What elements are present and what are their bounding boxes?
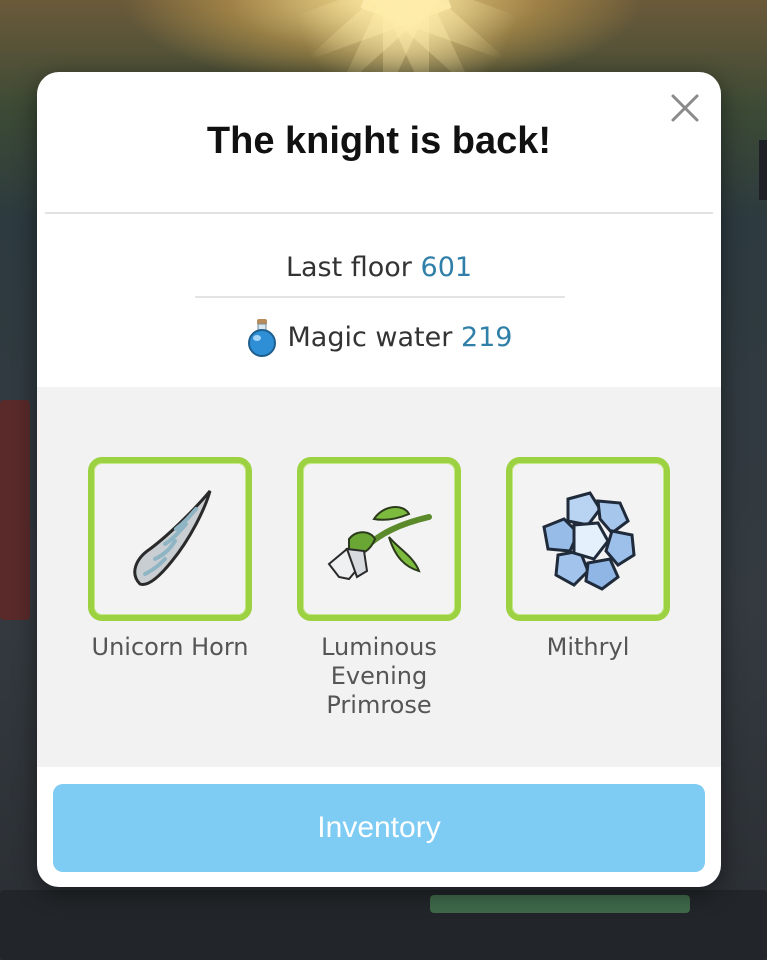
reward-item-frame[interactable] (506, 457, 670, 621)
potion-icon (246, 317, 280, 357)
dialog-title: The knight is back! (206, 120, 552, 162)
inventory-button[interactable]: Inventory (53, 784, 705, 872)
reward-item-frame[interactable] (297, 457, 461, 621)
reward-item[interactable]: Mithryl (500, 457, 676, 662)
title-divider (45, 212, 713, 214)
reward-item-name: Mithryl (546, 633, 630, 661)
reward-item-frame[interactable] (88, 457, 252, 621)
reward-item-name: Luminous Evening Primrose (321, 633, 437, 719)
stats-divider (195, 296, 565, 298)
last-floor-row: Last floor 601 (37, 252, 721, 283)
magic-water-value: 219 (460, 321, 513, 353)
last-floor-value: 601 (420, 252, 473, 283)
knight-return-dialog: The knight is back! Last floor 601 Magic… (37, 72, 721, 887)
rewards-panel: Unicorn Horn Luminous Evening Primrose M… (37, 387, 721, 767)
reward-item-name: Unicorn Horn (91, 633, 249, 661)
magic-water-row: Magic water 219 (37, 317, 721, 357)
reward-item[interactable]: Luminous Evening Primrose (291, 457, 467, 720)
magic-water-label: Magic water (287, 321, 453, 353)
primrose-flower-icon (327, 506, 432, 581)
unicorn-horn-icon (133, 490, 212, 586)
mithryl-ore-icon (542, 491, 636, 591)
last-floor-label: Last floor (285, 252, 412, 283)
reward-item[interactable]: Unicorn Horn (82, 457, 258, 662)
